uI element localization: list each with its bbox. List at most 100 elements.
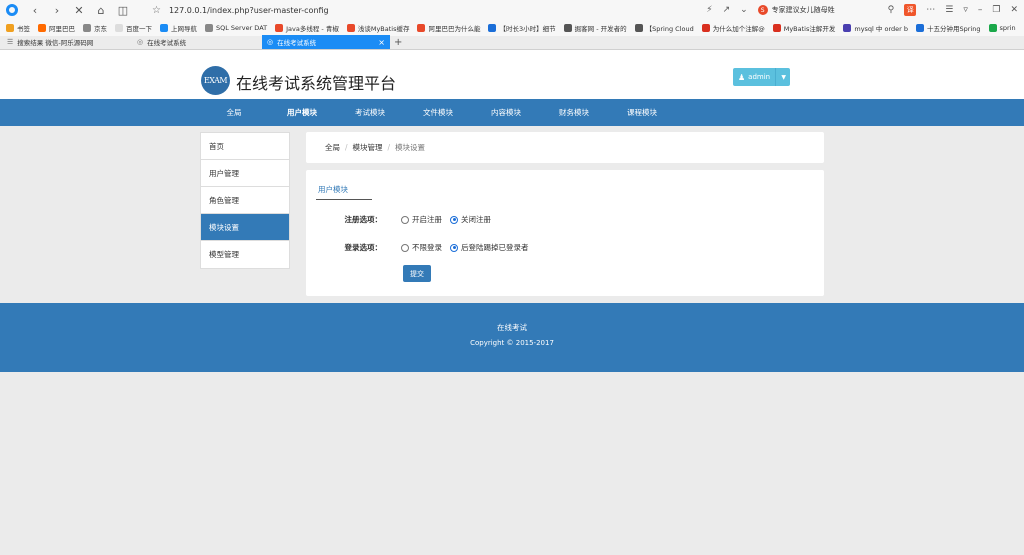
bookmark-item[interactable]: sprin (988, 24, 1016, 32)
bookmark-favicon-icon (115, 24, 123, 32)
register-radio-option[interactable]: 关闭注册 (450, 214, 491, 225)
bookmark-label: mysql 中 order b (854, 25, 909, 33)
search-icon[interactable]: ⚲ (888, 5, 895, 15)
browser-tab[interactable]: ◎ 在线考试系统 × (262, 35, 390, 49)
bookmark-item[interactable]: 京东 (83, 23, 107, 33)
radio-button[interactable] (450, 243, 458, 252)
breadcrumb-item[interactable]: 全局 (325, 142, 340, 153)
bookmark-item[interactable]: SQL Server DAT (205, 24, 267, 32)
login-radio-option[interactable]: 不限登录 (401, 242, 442, 253)
bookmark-item[interactable]: 为什么加个注解@ (701, 23, 765, 33)
sidebar-item[interactable]: 首页 (201, 133, 289, 160)
browser-tab[interactable]: ☰ 搜索结果 微信-阿乐源码网 (2, 35, 132, 49)
admin-dropdown-button[interactable]: ♟ admin ▼ (733, 68, 790, 86)
nav-item[interactable]: 课程模块 (608, 107, 676, 118)
breadcrumb-separator: / (345, 143, 348, 152)
dropdown-icon[interactable]: ⌄ (740, 5, 748, 15)
bookmark-favicon-icon (772, 24, 781, 32)
stop-icon[interactable]: ✕ (72, 3, 86, 17)
breadcrumb: 全局 / 模块管理 / 模块设置 (306, 132, 824, 163)
nav-item[interactable]: 财务模块 (540, 107, 608, 118)
home-icon[interactable]: ⌂ (94, 3, 108, 17)
bookmark-item[interactable]: 十五分钟用Spring (916, 23, 981, 33)
radio-label: 关闭注册 (461, 215, 491, 224)
menu-icon[interactable]: ☰ (945, 5, 953, 15)
minimize-icon[interactable]: – (978, 5, 983, 15)
nav-item[interactable]: 内容模块 (472, 107, 540, 118)
bookmark-item[interactable]: 百度一下 (115, 23, 152, 33)
bookmark-item[interactable]: 阿里巴巴 (38, 23, 75, 33)
login-radio-option[interactable]: 后登陆踢掉已登录者 (450, 242, 529, 253)
search-engine-icon: S (757, 5, 768, 15)
exam-logo: EXAM (201, 66, 230, 95)
nav-item[interactable]: 考试模块 (336, 107, 404, 118)
url-text[interactable]: 127.0.0.1/index.php?user-master-config (169, 6, 329, 15)
bookmark-item[interactable]: 掘客网 - 开发者的 (563, 23, 627, 33)
bookmark-label: 【Spring Cloud (645, 25, 694, 33)
radio-button[interactable] (450, 215, 458, 224)
restore-icon[interactable]: ❐ (992, 5, 1000, 15)
nav-item[interactable]: 文件模块 (404, 107, 472, 118)
globe-icon: ◎ (137, 38, 144, 46)
bookmark-item[interactable]: 浅谈MyBatis缓存 (346, 23, 409, 33)
bookmark-favicon-icon (6, 24, 14, 32)
translate-icon[interactable]: 译 (904, 4, 917, 16)
radio-button[interactable] (401, 243, 409, 252)
sidebar-item[interactable]: 模块设置 (201, 214, 289, 241)
register-option-row: 注册选项： 开启注册 关闭注册 (306, 214, 499, 226)
login-option-row: 登录选项： 不限登录 后登陆踢掉已登录者 (306, 242, 537, 254)
sidebar-item[interactable]: 角色管理 (201, 187, 289, 214)
register-radio-option[interactable]: 开启注册 (401, 214, 442, 225)
sidebar-item[interactable]: 模型管理 (201, 241, 289, 268)
tab-strip: ☰ 搜索结果 微信-阿乐源码网 ◎ 在线考试系统 ◎ 在线考试系统 × + (0, 35, 1024, 50)
bookmark-label: 十五分钟用Spring (927, 25, 981, 33)
browser-right-tools: ⚡ ↗ ⌄ S 专家建议女儿随母姓 ⚲ 译 ⋯ ☰ ▿ – ❐ ✕ (706, 4, 1018, 16)
bookmark-item[interactable]: 【Spring Cloud (634, 23, 694, 33)
browser-toolbar: ‹ › ✕ ⌂ ◫ ☆ 127.0.0.1/index.php?user-mas… (0, 0, 1024, 20)
main-nav: 全局 用户模块 考试模块 文件模块 内容模块 财务模块 课程模块 (0, 99, 1024, 126)
nav-item[interactable]: 用户模块 (268, 107, 336, 118)
radio-label: 后登陆踢掉已登录者 (461, 243, 529, 252)
bookmark-label: Java多线程 - 青椒 (286, 25, 339, 33)
reader-icon[interactable]: ◫ (116, 3, 130, 17)
pin-icon[interactable]: ▿ (963, 5, 968, 15)
bookmark-favicon-icon (916, 24, 925, 32)
bookmark-star-icon[interactable]: ☆ (152, 5, 161, 16)
breadcrumb-item[interactable]: 模块管理 (353, 142, 383, 153)
lightning-icon[interactable]: ⚡ (706, 5, 712, 15)
bookmark-favicon-icon (346, 24, 355, 32)
browser-tab[interactable]: ◎ 在线考试系统 (132, 35, 262, 49)
bookmark-item[interactable]: MyBatis注解开发 (772, 23, 835, 33)
new-tab-icon[interactable]: + (394, 37, 402, 48)
caret-down-icon[interactable]: ▼ (781, 74, 786, 81)
bookmark-favicon-icon (205, 24, 213, 32)
bookmark-item[interactable]: Java多线程 - 青椒 (275, 23, 339, 33)
bookmark-label: 上网导航 (171, 25, 197, 33)
bookmark-label: 阿里巴巴为什么能 (428, 25, 481, 33)
search-text[interactable]: 专家建议女儿随母姓 (772, 5, 835, 15)
bookmark-item[interactable]: mysql 中 order b (843, 23, 908, 33)
forward-icon[interactable]: › (50, 3, 64, 17)
bookmarks-bar: 书签 阿里巴巴 京东 百度一下 上网导航 SQL Server DAT Java多线程 - … (0, 20, 1024, 36)
close-tab-icon[interactable]: × (378, 38, 385, 47)
bookmark-item[interactable]: 阿里巴巴为什么能 (417, 23, 480, 33)
radio-button[interactable] (401, 215, 409, 224)
tab-label: 搜索结果 微信-阿乐源码网 (17, 39, 94, 47)
browser-logo-icon (6, 4, 18, 16)
submit-button[interactable]: 提交 (403, 265, 431, 282)
sidebar-item[interactable]: 用户管理 (201, 160, 289, 187)
back-icon[interactable]: ‹ (28, 3, 42, 17)
more-icon[interactable]: ⋯ (926, 5, 935, 15)
footer-copyright: Copyright © 2015-2017 (470, 339, 554, 347)
section-tab-user-module[interactable]: 用户模块 (316, 184, 372, 200)
close-window-icon[interactable]: ✕ (1010, 5, 1018, 15)
address-bar[interactable]: ☆ 127.0.0.1/index.php?user-master-config (138, 5, 706, 16)
bookmark-item[interactable]: 书签 (6, 23, 30, 33)
bookmark-item[interactable]: 上网导航 (160, 23, 197, 33)
bookmark-item[interactable]: 【时长3小时】细节 (488, 23, 556, 33)
browser-search-box[interactable]: S 专家建议女儿随母姓 (757, 5, 878, 15)
site-title: 在线考试系统管理平台 (236, 74, 397, 93)
bookmark-favicon-icon (38, 24, 46, 32)
nav-item[interactable]: 全局 (200, 107, 268, 118)
share-icon[interactable]: ↗ (723, 5, 731, 15)
